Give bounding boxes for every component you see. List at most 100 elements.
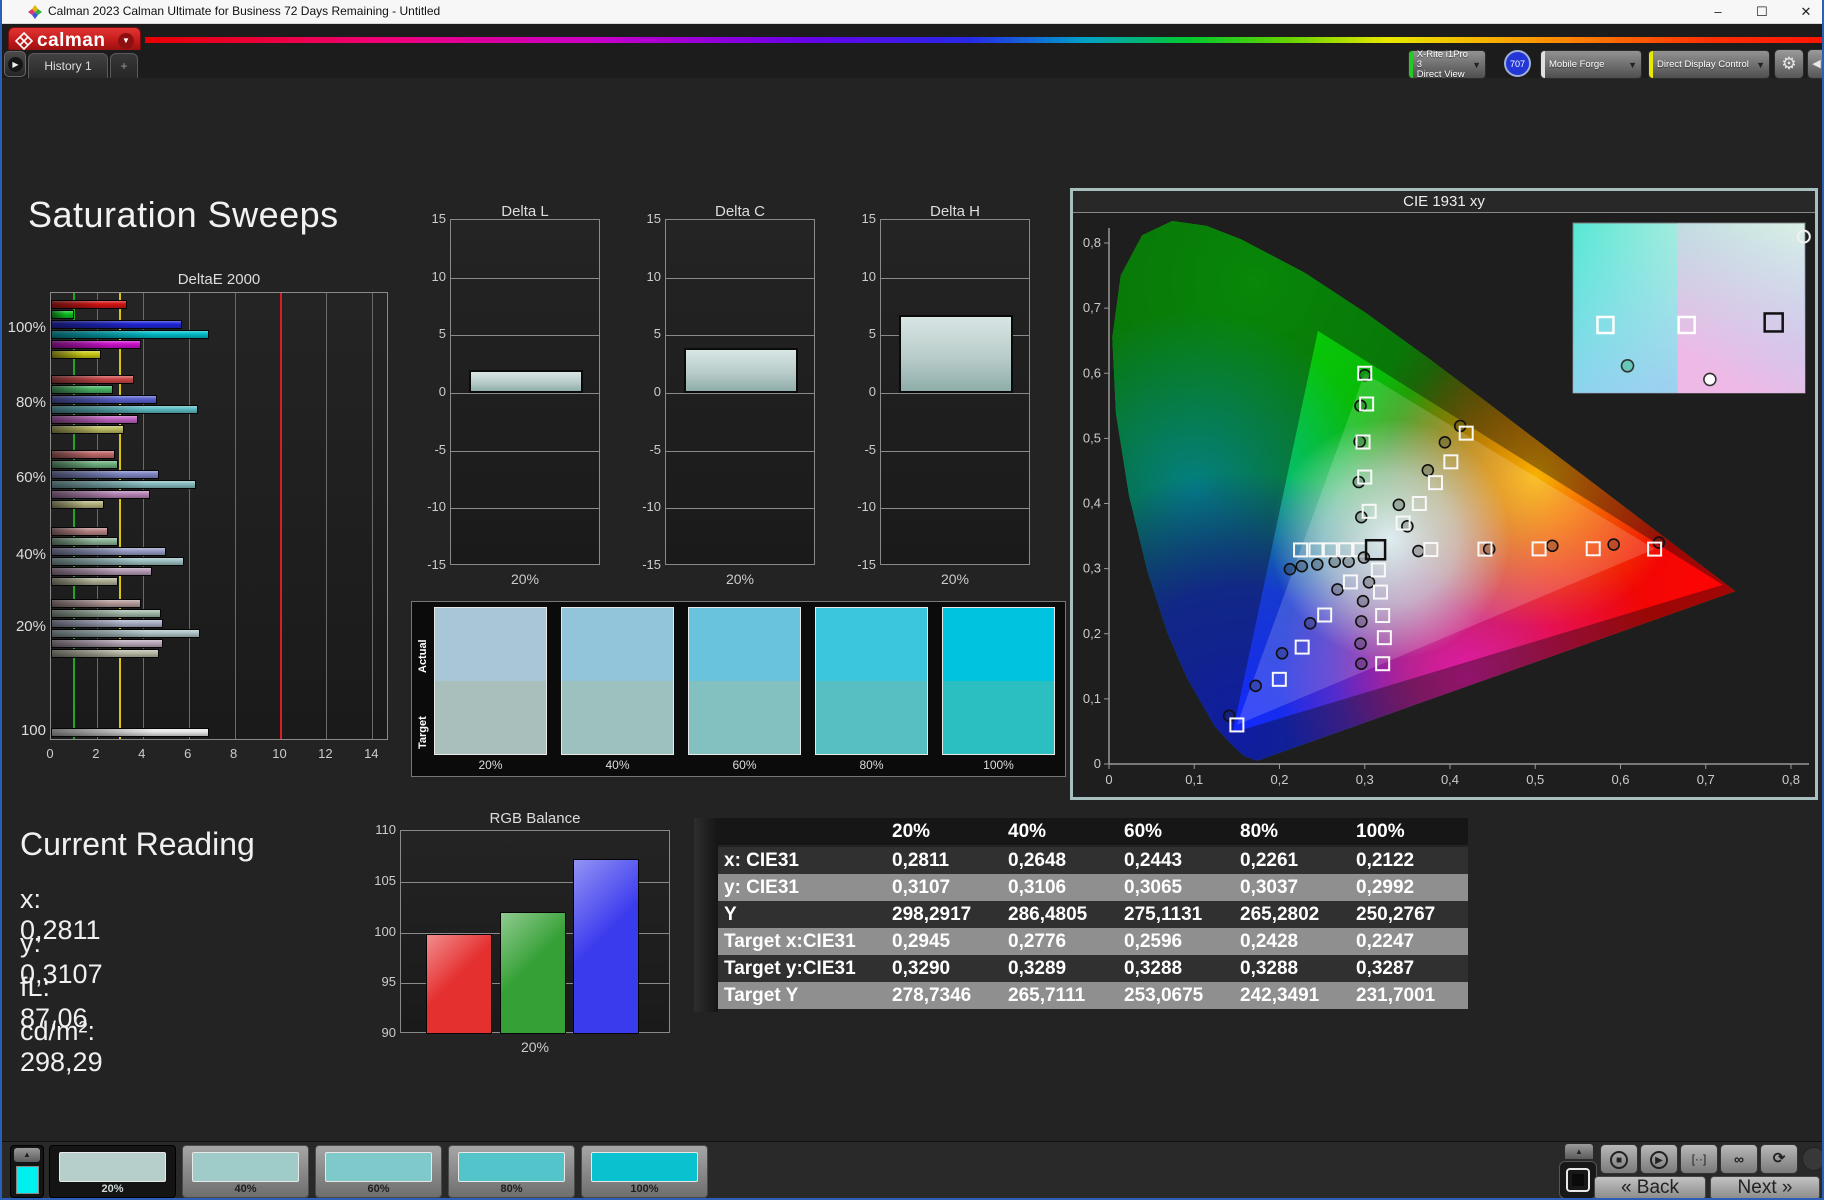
meter-id-badge: 707 (1504, 50, 1531, 77)
cie-y-tick-label: 0,1 (1083, 691, 1101, 706)
gridline (189, 293, 190, 739)
deltae-bar (51, 340, 141, 349)
display-control-dropdown[interactable]: Direct Display Control ▼ (1648, 50, 1770, 79)
cie-y-tick-label: 0,2 (1083, 626, 1101, 641)
tab-bar: ▶ History 1 + X-Rite i1Pro 3 Direct View… (2, 50, 1824, 78)
y-axis-tick-label: -10 (846, 499, 876, 514)
table-cell: 0,3290 (892, 955, 950, 982)
deltae-bar (51, 619, 163, 628)
stop-button[interactable]: ■ (1600, 1144, 1638, 1174)
pattern-swatch (192, 1152, 299, 1182)
pattern-tile-40%[interactable]: 40% (182, 1145, 309, 1198)
measured-circle (1608, 539, 1619, 550)
table-cell: 0,2596 (1124, 928, 1182, 955)
gridline (372, 293, 373, 739)
measured-circle (1358, 596, 1369, 607)
pattern-tile-60%[interactable]: 60% (315, 1145, 442, 1198)
cie-chart-title: CIE 1931 xy (1073, 191, 1815, 213)
controls-expand-tab[interactable]: ▲ (1565, 1144, 1593, 1159)
pattern-tile-100%[interactable]: 100% (581, 1145, 708, 1198)
table-cell: 0,2247 (1356, 928, 1414, 955)
deltae-bar (51, 537, 118, 546)
logo-dropdown-chevron-icon: ▼ (118, 33, 134, 49)
cie-x-tick-label: 0,2 (1270, 772, 1288, 787)
gridline (666, 451, 814, 452)
y-axis-tick-label: 10 (846, 269, 876, 284)
maximize-button[interactable]: ☐ (1742, 0, 1782, 24)
swatch-label: 40% (561, 758, 674, 772)
settings-button[interactable]: ⚙ (1774, 49, 1804, 79)
swatch-pair (942, 607, 1055, 755)
x-axis-tick-label: 14 (361, 746, 381, 761)
tab-history-1[interactable]: History 1 (28, 53, 108, 78)
cie-x-tick-label: 0,4 (1441, 772, 1459, 787)
delta-bar (684, 348, 798, 393)
table-cell: 275,1131 (1124, 901, 1202, 928)
back-button[interactable]: « Back (1594, 1176, 1706, 1200)
play-button[interactable]: ▶ (1640, 1144, 1678, 1174)
refresh-button[interactable]: ⟳ (1760, 1144, 1798, 1174)
next-button[interactable]: Next » (1710, 1176, 1820, 1200)
collapse-panel-button[interactable]: ◀ (1807, 49, 1824, 79)
pattern-tile-20%[interactable]: 20% (49, 1145, 176, 1198)
y-axis-tick-label: -15 (416, 557, 446, 572)
app-header-bar: calman ▼ (2, 24, 1824, 50)
add-tab-icon: + (120, 59, 127, 73)
measured-circle (1312, 559, 1323, 570)
gridline (451, 508, 599, 509)
x-axis-tick-label: 12 (315, 746, 335, 761)
continuous-read-button[interactable]: ∞ (1720, 1144, 1758, 1174)
next-label: Next (1738, 1177, 1777, 1198)
meter-dropdown-label: X-Rite i1Pro 3 Direct View (1413, 50, 1472, 80)
minimize-button[interactable]: – (1698, 0, 1738, 24)
swatch-pair (434, 607, 547, 755)
swatch-pair (815, 607, 928, 755)
add-tab-button[interactable]: + (110, 53, 138, 78)
deltae-bar (51, 415, 138, 424)
measured-circle (1364, 577, 1375, 588)
y-axis-tick-label: -10 (416, 499, 446, 514)
group-label: 80% (2, 394, 46, 411)
delta-chart-plot (450, 219, 600, 565)
actual-swatch (562, 608, 673, 681)
meter-dropdown[interactable]: X-Rite i1Pro 3 Direct View ▼ (1408, 50, 1486, 79)
pattern-mini-tile[interactable]: ▲ (10, 1145, 44, 1198)
back-chevron-icon: « (1621, 1177, 1632, 1198)
chevron-left-icon: ◀ (1812, 58, 1820, 70)
window-title: Calman 2023 Calman Ultimate for Business… (48, 4, 440, 18)
rgb-balance-plot (400, 830, 670, 1033)
table-row-label: y: CIE31 (724, 874, 799, 901)
pattern-swatch (458, 1152, 565, 1182)
swatch-label: 20% (434, 758, 547, 772)
close-button[interactable]: ✕ (1786, 0, 1824, 24)
measured-circle (1358, 552, 1369, 563)
delta-bar (469, 370, 583, 393)
calman-logo-text: calman (37, 30, 105, 52)
history-expand-button[interactable]: ▶ (4, 51, 26, 77)
table-cell: 0,2443 (1124, 847, 1182, 874)
deltae-bar (51, 330, 209, 339)
refresh-icon: ⟳ (1773, 1150, 1786, 1167)
table-cell: 265,7111 (1008, 982, 1085, 1009)
measured-circle (1305, 618, 1316, 629)
play-icon: ▶ (1650, 1151, 1668, 1169)
chevron-down-icon: ▼ (1628, 60, 1637, 70)
source-dropdown[interactable]: Mobile Forge ▼ (1540, 50, 1642, 79)
measured-circle (1356, 616, 1367, 627)
y-axis-tick-label: 5 (846, 326, 876, 341)
reference-line (73, 293, 75, 739)
stop-pattern-button[interactable] (1559, 1161, 1597, 1199)
measured-circle (1343, 556, 1354, 567)
delta-bar (899, 315, 1013, 393)
target-row-label: Target (417, 703, 429, 749)
reference-line (119, 293, 121, 739)
gridline (451, 335, 599, 336)
gridline (881, 393, 1029, 394)
y-axis-tick-label: -15 (846, 557, 876, 572)
target-swatch (816, 681, 927, 754)
stop-square-icon (1566, 1168, 1590, 1192)
table-row: y: CIE310,31070,31060,30650,30370,2992 (718, 874, 1468, 901)
step-read-button[interactable]: [··] (1680, 1144, 1718, 1174)
gridline (666, 508, 814, 509)
pattern-tile-80%[interactable]: 80% (448, 1145, 575, 1198)
